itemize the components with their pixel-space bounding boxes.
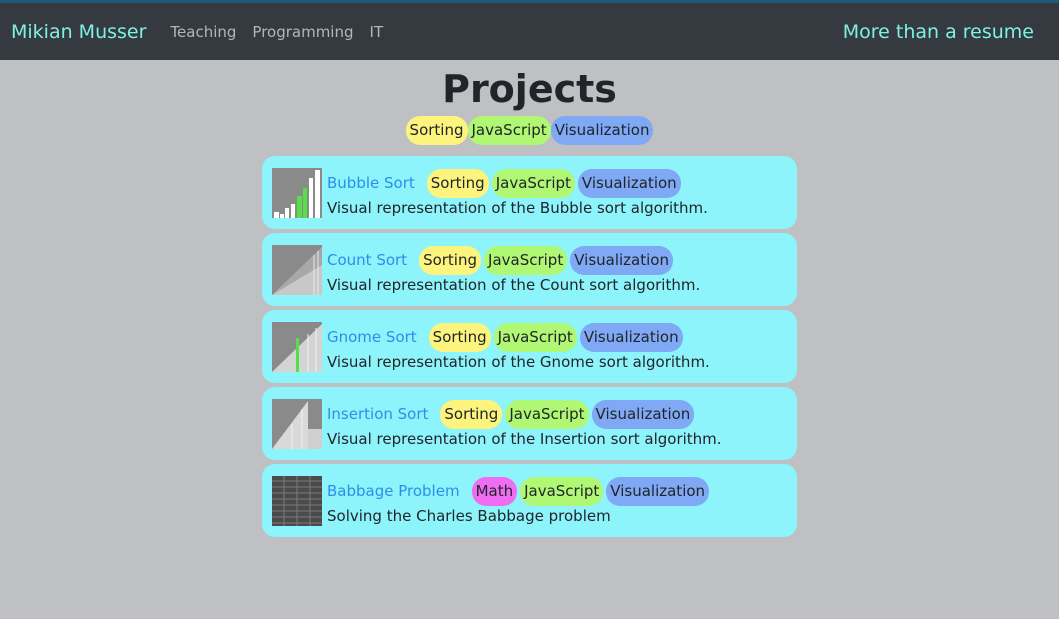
tag-javascript[interactable]: JavaScript	[493, 322, 577, 352]
tag-sorting[interactable]: Sorting	[440, 399, 503, 429]
tag-javascript[interactable]: JavaScript	[484, 245, 568, 275]
tag-sorting[interactable]: Sorting	[426, 168, 489, 198]
project-description: Visual representation of the Count sort …	[327, 275, 701, 294]
resume-link[interactable]: More than a resume	[843, 21, 1034, 43]
project-thumbnail	[272, 321, 322, 372]
tag-javascript[interactable]: JavaScript	[491, 168, 575, 198]
tag-visualization[interactable]: Visualization	[579, 322, 683, 352]
navbar: Mikian Musser Teaching Programming IT Mo…	[0, 3, 1059, 60]
filter-tag-visualization[interactable]: Visualization	[550, 116, 654, 145]
project-description: Visual representation of the Insertion s…	[327, 429, 722, 448]
project-title-link[interactable]: Insertion Sort	[327, 405, 428, 423]
tag-visualization[interactable]: Visualization	[606, 476, 710, 506]
project-description: Visual representation of the Gnome sort …	[327, 352, 710, 371]
project-card: Babbage Problem Math JavaScript Visualiz…	[262, 464, 797, 537]
project-title-link[interactable]: Bubble Sort	[327, 174, 415, 192]
project-thumbnail	[272, 398, 322, 449]
project-card: Gnome Sort Sorting JavaScript Visualizat…	[262, 310, 797, 383]
tag-sorting[interactable]: Sorting	[428, 322, 491, 352]
page-title: Projects	[442, 67, 617, 111]
tag-javascript[interactable]: JavaScript	[505, 399, 589, 429]
filter-tag-sorting[interactable]: Sorting	[405, 116, 468, 145]
project-title-link[interactable]: Babbage Problem	[327, 482, 460, 500]
project-card: Count Sort Sorting JavaScript Visualizat…	[262, 233, 797, 306]
tag-javascript[interactable]: JavaScript	[520, 476, 604, 506]
brand-link[interactable]: Mikian Musser	[11, 21, 146, 43]
project-thumbnail	[272, 475, 322, 526]
filter-tag-javascript[interactable]: JavaScript	[467, 116, 551, 145]
project-card: Insertion Sort Sorting JavaScript Visual…	[262, 387, 797, 460]
tag-sorting[interactable]: Sorting	[419, 245, 482, 275]
nav-link-it[interactable]: IT	[370, 23, 384, 41]
project-description: Solving the Charles Babbage problem	[327, 506, 611, 525]
tag-visualization[interactable]: Visualization	[577, 168, 681, 198]
filter-tags: Sorting JavaScript Visualization	[0, 116, 1059, 146]
project-description: Visual representation of the Bubble sort…	[327, 198, 708, 217]
project-thumbnail	[272, 167, 322, 218]
nav-link-programming[interactable]: Programming	[252, 23, 353, 41]
project-title-link[interactable]: Gnome Sort	[327, 328, 417, 346]
project-list: Bubble Sort Sorting JavaScript Visualiza…	[262, 156, 797, 537]
nav-link-teaching[interactable]: Teaching	[170, 23, 236, 41]
tag-visualization[interactable]: Visualization	[570, 245, 673, 275]
project-thumbnail	[272, 244, 322, 295]
tag-math[interactable]: Math	[471, 476, 518, 506]
tag-visualization[interactable]: Visualization	[591, 399, 695, 429]
project-card: Bubble Sort Sorting JavaScript Visualiza…	[262, 156, 797, 229]
project-title-link[interactable]: Count Sort	[327, 251, 407, 269]
